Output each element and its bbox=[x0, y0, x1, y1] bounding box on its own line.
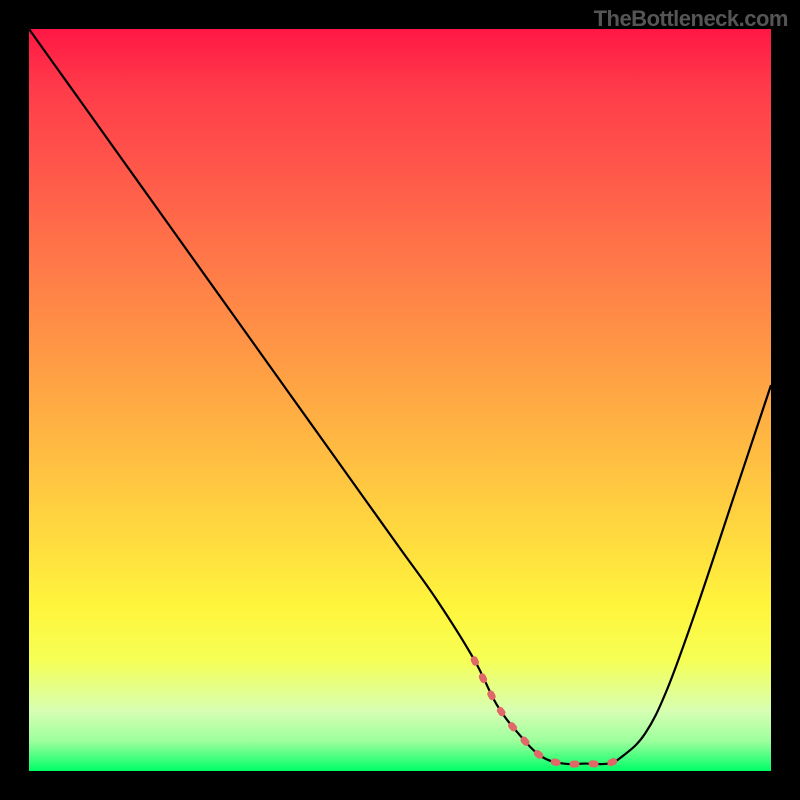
highlight-curve bbox=[474, 660, 622, 764]
watermark-text: TheBottleneck.com bbox=[594, 6, 788, 32]
chart-svg bbox=[29, 29, 771, 771]
plot-area bbox=[29, 29, 771, 771]
bottleneck-curve bbox=[29, 29, 771, 764]
